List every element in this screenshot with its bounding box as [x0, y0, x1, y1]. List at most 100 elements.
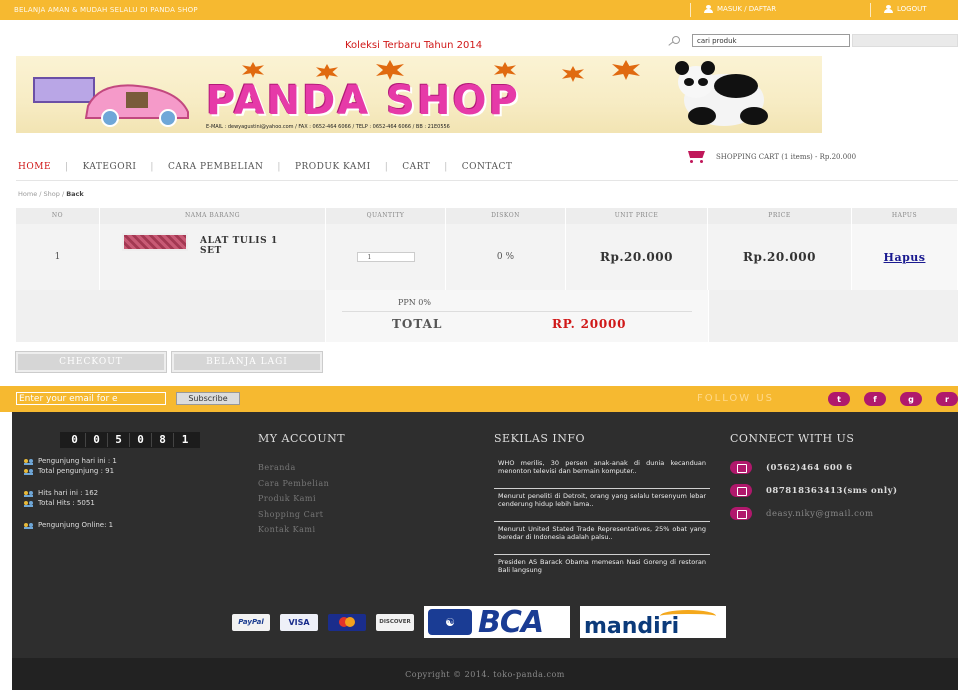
- users-icon: [24, 490, 34, 497]
- column-header: HAPUS: [852, 208, 958, 224]
- breadcrumb-shop[interactable]: Shop: [44, 190, 60, 198]
- follow-us-label: FOLLOW US: [697, 393, 775, 404]
- email-text[interactable]: deasy.niky@gmail.com: [766, 509, 874, 519]
- stat-line: Pengunjung hari ini : 1: [24, 456, 117, 466]
- tagline: Koleksi Terbaru Tahun 2014: [345, 40, 483, 51]
- mandiri-logo: mandiri: [580, 606, 726, 639]
- nav-home[interactable]: HOME: [16, 162, 53, 172]
- logout-link[interactable]: LOGOUT: [884, 5, 927, 13]
- quantity-input[interactable]: 1: [356, 252, 415, 262]
- continue-shopping-button[interactable]: BELANJA LAGI: [171, 351, 323, 373]
- product-cell: ALAT TULIS 1 SET: [100, 224, 326, 290]
- facebook-icon[interactable]: f: [864, 392, 886, 406]
- breadcrumb-current: Back: [66, 190, 84, 198]
- delete-item-link[interactable]: Hapus: [884, 251, 926, 264]
- users-icon: [24, 500, 34, 507]
- column-header: QUANTITY: [326, 208, 446, 224]
- unit-price: Rp.20.000: [600, 250, 673, 264]
- footer-link-produk-kami[interactable]: Produk Kami: [258, 491, 329, 507]
- contact-phone: (0562)464 600 6: [730, 456, 898, 479]
- cart-actions: CHECKOUT BELANJA LAGI: [15, 351, 323, 373]
- phone-icon: [730, 461, 752, 474]
- search-icon[interactable]: [666, 36, 680, 46]
- stat-text: Pengunjung Online: 1: [38, 521, 114, 529]
- counter-digit: 0: [130, 433, 152, 447]
- banner-contact-line: E-MAIL : dewyagustini@yahoo.com / FAX : …: [206, 124, 450, 130]
- visa-logo: VISA: [280, 613, 318, 631]
- search-button[interactable]: [852, 34, 958, 47]
- top-bar: BELANJA AMAN & MUDAH SELALU DI PANDA SHO…: [0, 0, 958, 20]
- shop-banner: PANDA SHOP E-MAIL : dewyagustini@yahoo.c…: [16, 56, 822, 133]
- nav-contact[interactable]: CONTACT: [460, 162, 515, 172]
- mastercard-logo: [328, 613, 366, 631]
- shopping-cart-icon: [684, 150, 710, 164]
- login-register-link[interactable]: MASUK / DAFTAR: [704, 5, 776, 13]
- visitor-stats: Pengunjung hari ini : 1 Total pengunjung…: [24, 456, 117, 530]
- shopping-cart-text: SHOPPING CART (1 items) - Rp.20.000: [716, 153, 857, 161]
- subscribe-button[interactable]: Subscribe: [176, 392, 240, 405]
- bca-text: BCA: [478, 604, 544, 640]
- breadcrumb: Home / Shop / Back: [18, 190, 84, 198]
- news-item[interactable]: WHO merilis, 30 persen anak-anak di duni…: [494, 456, 710, 489]
- logout-label: LOGOUT: [897, 5, 927, 13]
- column-header: NAMA BARANG: [100, 208, 326, 224]
- checkout-button[interactable]: CHECKOUT: [15, 351, 167, 373]
- ppn-label: PPN 0%: [398, 298, 431, 307]
- newsletter-email-input[interactable]: [16, 392, 166, 405]
- shop-logo: PANDA SHOP: [206, 78, 520, 124]
- my-account-title: MY ACCOUNT: [258, 432, 346, 445]
- product-thumbnail[interactable]: [122, 233, 188, 251]
- line-price: Rp.20.000: [743, 250, 816, 264]
- nav-produk-kami[interactable]: PRODUK KAMI: [293, 162, 373, 172]
- mandiri-wave-icon: [660, 610, 716, 622]
- user-icon: [884, 5, 893, 13]
- top-bar-divider: [870, 3, 871, 17]
- top-bar-divider: [690, 3, 691, 17]
- stat-line: Total Hits : 5051: [24, 498, 117, 508]
- column-header: DISKON: [446, 208, 566, 224]
- news-item[interactable]: Presiden AS Barack Obama memesan Nasi Go…: [494, 555, 710, 581]
- footer-link-shopping-cart[interactable]: Shopping Cart: [258, 507, 329, 523]
- page: BELANJA AMAN & MUDAH SELALU DI PANDA SHO…: [0, 0, 958, 690]
- users-icon: [24, 458, 34, 465]
- footer-link-cara-pembelian[interactable]: Cara Pembelian: [258, 476, 329, 492]
- counter-digit: 5: [108, 433, 130, 447]
- stat-text: Hits hari ini : 162: [38, 489, 99, 497]
- nav-cart[interactable]: CART: [400, 162, 432, 172]
- paypal-logo: PayPal: [232, 613, 270, 631]
- nav-cara-pembelian[interactable]: CARA PEMBELIAN: [166, 162, 265, 172]
- rss-icon[interactable]: r: [936, 392, 958, 406]
- nav-divider: [16, 180, 958, 181]
- news-item[interactable]: Menurut United Stated Trade Representati…: [494, 522, 710, 555]
- news-ticker: WHO merilis, 30 persen anak-anak di duni…: [494, 456, 710, 581]
- sekilas-info-title: SEKILAS INFO: [494, 432, 586, 445]
- column-header: UNIT PRICE: [566, 208, 708, 224]
- table-header: NO NAMA BARANG QUANTITY DISKON UNIT PRIC…: [16, 208, 958, 224]
- breadcrumb-home[interactable]: Home: [18, 190, 37, 198]
- visitor-counter: 0 0 5 0 8 1: [60, 432, 200, 448]
- delete-cell: Hapus: [852, 224, 958, 290]
- footer-link-beranda[interactable]: Beranda: [258, 460, 329, 476]
- nav-kategori[interactable]: KATEGORI: [81, 162, 139, 172]
- payment-methods: PayPal VISA DISCOVER ☯ BCA mandiri: [232, 604, 726, 640]
- maple-leaf-icon: [612, 60, 640, 80]
- maple-leaf-icon: [562, 66, 584, 82]
- twitter-icon[interactable]: t: [828, 392, 850, 406]
- column-header: NO: [16, 208, 100, 224]
- contact-list: (0562)464 600 6 087818363413(sms only) d…: [730, 456, 898, 525]
- bca-logo: ☯ BCA: [424, 604, 570, 640]
- news-item[interactable]: Menurut peneliti di Detroit, orang yang …: [494, 489, 710, 522]
- footer-link-kontak-kami[interactable]: Kontak Kami: [258, 522, 329, 538]
- shopping-cart-summary[interactable]: SHOPPING CART (1 items) - Rp.20.000: [684, 150, 856, 164]
- nav-separator: |: [384, 162, 389, 172]
- table-row: 1 ALAT TULIS 1 SET 1 0 % Rp.20.000 Rp.20…: [16, 224, 958, 290]
- product-name[interactable]: ALAT TULIS 1 SET: [200, 236, 280, 256]
- googleplus-icon[interactable]: g: [900, 392, 922, 406]
- summary-empty-right: [708, 290, 958, 342]
- maple-leaf-icon: [242, 62, 264, 78]
- contact-mobile: 087818363413(sms only): [730, 479, 898, 502]
- search-input[interactable]: [692, 34, 850, 47]
- price-cell: Rp.20.000: [708, 224, 852, 290]
- nav-separator: |: [444, 162, 448, 172]
